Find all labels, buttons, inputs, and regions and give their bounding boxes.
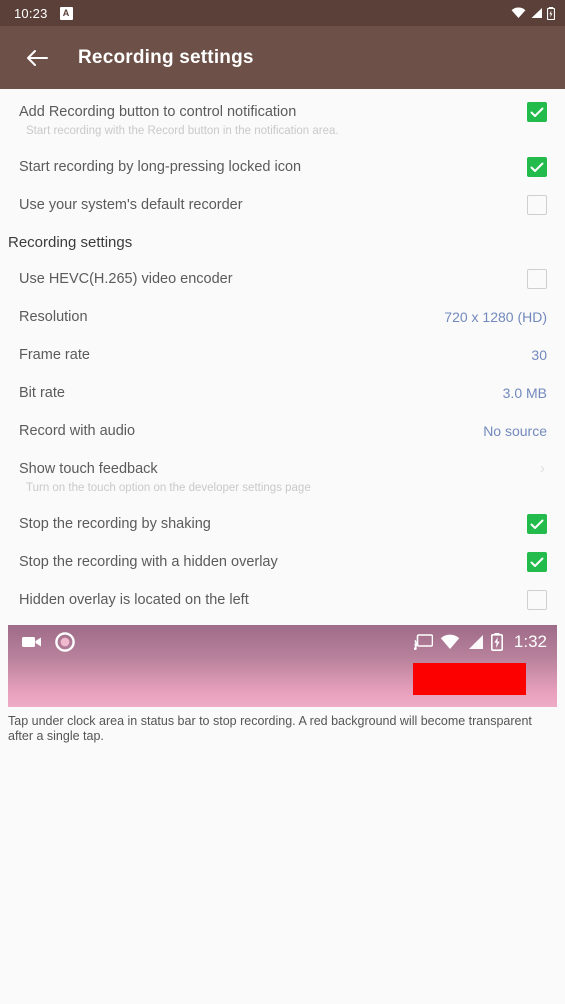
battery-charging-icon (490, 632, 503, 651)
row-texts: Start recording by long-pressing locked … (19, 157, 527, 177)
wifi-icon (511, 7, 526, 18)
checkbox-hidden-overlay-left[interactable] (527, 590, 547, 610)
setting-description: Turn on the touch option on the develope… (26, 482, 311, 494)
row-texts: Stop the recording by shaking (19, 514, 527, 534)
status-bar-icons (511, 6, 555, 20)
row-texts: Show touch feedback Turn on the touch op… (19, 459, 540, 496)
setting-row-resolution[interactable]: Resolution 720 x 1280 (HD) (0, 298, 565, 336)
setting-label: Add Recording button to control notifica… (19, 104, 297, 120)
setting-value-frame-rate: 30 (531, 347, 547, 363)
row-texts: Frame rate (19, 345, 531, 365)
checkmark-icon (530, 107, 544, 117)
setting-row-stop-by-shaking[interactable]: Stop the recording by shaking (0, 505, 565, 543)
record-circle-icon (55, 631, 75, 652)
setting-row-hidden-overlay-left[interactable]: Hidden overlay is located on the left (0, 581, 565, 619)
checkmark-icon (530, 519, 544, 529)
setting-label: Hidden overlay is located on the left (19, 592, 249, 608)
videocam-icon (22, 636, 41, 647)
signal-icon (531, 8, 542, 18)
signal-icon (468, 634, 483, 649)
checkbox-long-press-locked-icon[interactable] (527, 157, 547, 177)
setting-value-record-with-audio: No source (483, 423, 547, 439)
cast-icon (413, 633, 433, 650)
checkbox-stop-by-shaking[interactable] (527, 514, 547, 534)
back-arrow-icon (27, 49, 48, 66)
setting-row-show-touch-feedback[interactable]: Show touch feedback Turn on the touch op… (0, 450, 565, 505)
checkbox-add-recording-button[interactable] (527, 102, 547, 122)
checkmark-icon (530, 557, 544, 567)
setting-row-bit-rate[interactable]: Bit rate 3.0 MB (0, 374, 565, 412)
app-badge-icon: A (59, 6, 73, 20)
checkbox-system-default-recorder[interactable] (527, 195, 547, 215)
preview-caption: Tap under clock area in status bar to st… (8, 714, 532, 743)
setting-label: Use your system's default recorder (19, 197, 243, 213)
setting-description: Start recording with the Record button i… (26, 125, 339, 137)
preview-clock: 1:32 (513, 631, 547, 651)
overlay-preview-image: 1:32 (8, 625, 557, 707)
checkmark-icon (530, 162, 544, 172)
row-texts: Resolution (19, 307, 444, 327)
setting-value-resolution: 720 x 1280 (HD) (444, 309, 547, 325)
row-texts: Stop the recording with a hidden overlay (19, 552, 527, 572)
row-texts: Record with audio (19, 421, 483, 441)
setting-row-stop-with-hidden-overlay[interactable]: Stop the recording with a hidden overlay (0, 543, 565, 581)
wifi-icon (440, 634, 460, 649)
preview-status-bar: 1:32 (8, 625, 557, 658)
setting-row-long-press-locked-icon[interactable]: Start recording by long-pressing locked … (0, 148, 565, 186)
page-title: Recording settings (78, 46, 254, 68)
preview-right-icons: 1:32 (413, 631, 547, 652)
setting-label: Use HEVC(H.265) video encoder (19, 271, 233, 287)
hidden-overlay-highlight (413, 663, 526, 695)
preview-left-icons (22, 631, 75, 652)
chevron-right-icon[interactable]: › (540, 459, 547, 479)
row-texts: Add Recording button to control notifica… (19, 102, 527, 139)
setting-row-add-recording-button[interactable]: Add Recording button to control notifica… (0, 93, 565, 148)
setting-row-hevc-encoder[interactable]: Use HEVC(H.265) video encoder (0, 260, 565, 298)
system-status-bar: 10:23 A (0, 0, 565, 26)
row-texts: Hidden overlay is located on the left (19, 590, 527, 610)
setting-label: Stop the recording by shaking (19, 516, 211, 532)
battery-icon (547, 6, 555, 20)
status-bar-clock: 10:23 (14, 5, 48, 21)
setting-label: Resolution (19, 309, 88, 325)
setting-label: Show touch feedback (19, 461, 158, 477)
row-texts: Use HEVC(H.265) video encoder (19, 269, 527, 289)
preview-wrapper: 1:32 (0, 619, 565, 707)
setting-row-system-default-recorder[interactable]: Use your system's default recorder (0, 186, 565, 224)
setting-label: Bit rate (19, 385, 65, 401)
settings-content: Add Recording button to control notifica… (0, 89, 565, 744)
row-texts: Use your system's default recorder (19, 195, 527, 215)
setting-value-bit-rate: 3.0 MB (502, 385, 547, 401)
row-texts: Bit rate (19, 383, 503, 403)
setting-label: Stop the recording with a hidden overlay (19, 554, 278, 570)
app-bar: Recording settings (0, 26, 565, 89)
setting-row-frame-rate[interactable]: Frame rate 30 (0, 336, 565, 374)
checkbox-stop-with-hidden-overlay[interactable] (527, 552, 547, 572)
setting-label: Start recording by long-pressing locked … (19, 159, 302, 175)
setting-row-record-with-audio[interactable]: Record with audio No source (0, 412, 565, 450)
checkbox-hevc-encoder[interactable] (527, 269, 547, 289)
setting-label: Frame rate (19, 347, 90, 363)
back-button[interactable] (20, 41, 54, 75)
section-header-recording-settings: Recording settings (8, 234, 133, 251)
setting-label: Record with audio (19, 423, 136, 439)
